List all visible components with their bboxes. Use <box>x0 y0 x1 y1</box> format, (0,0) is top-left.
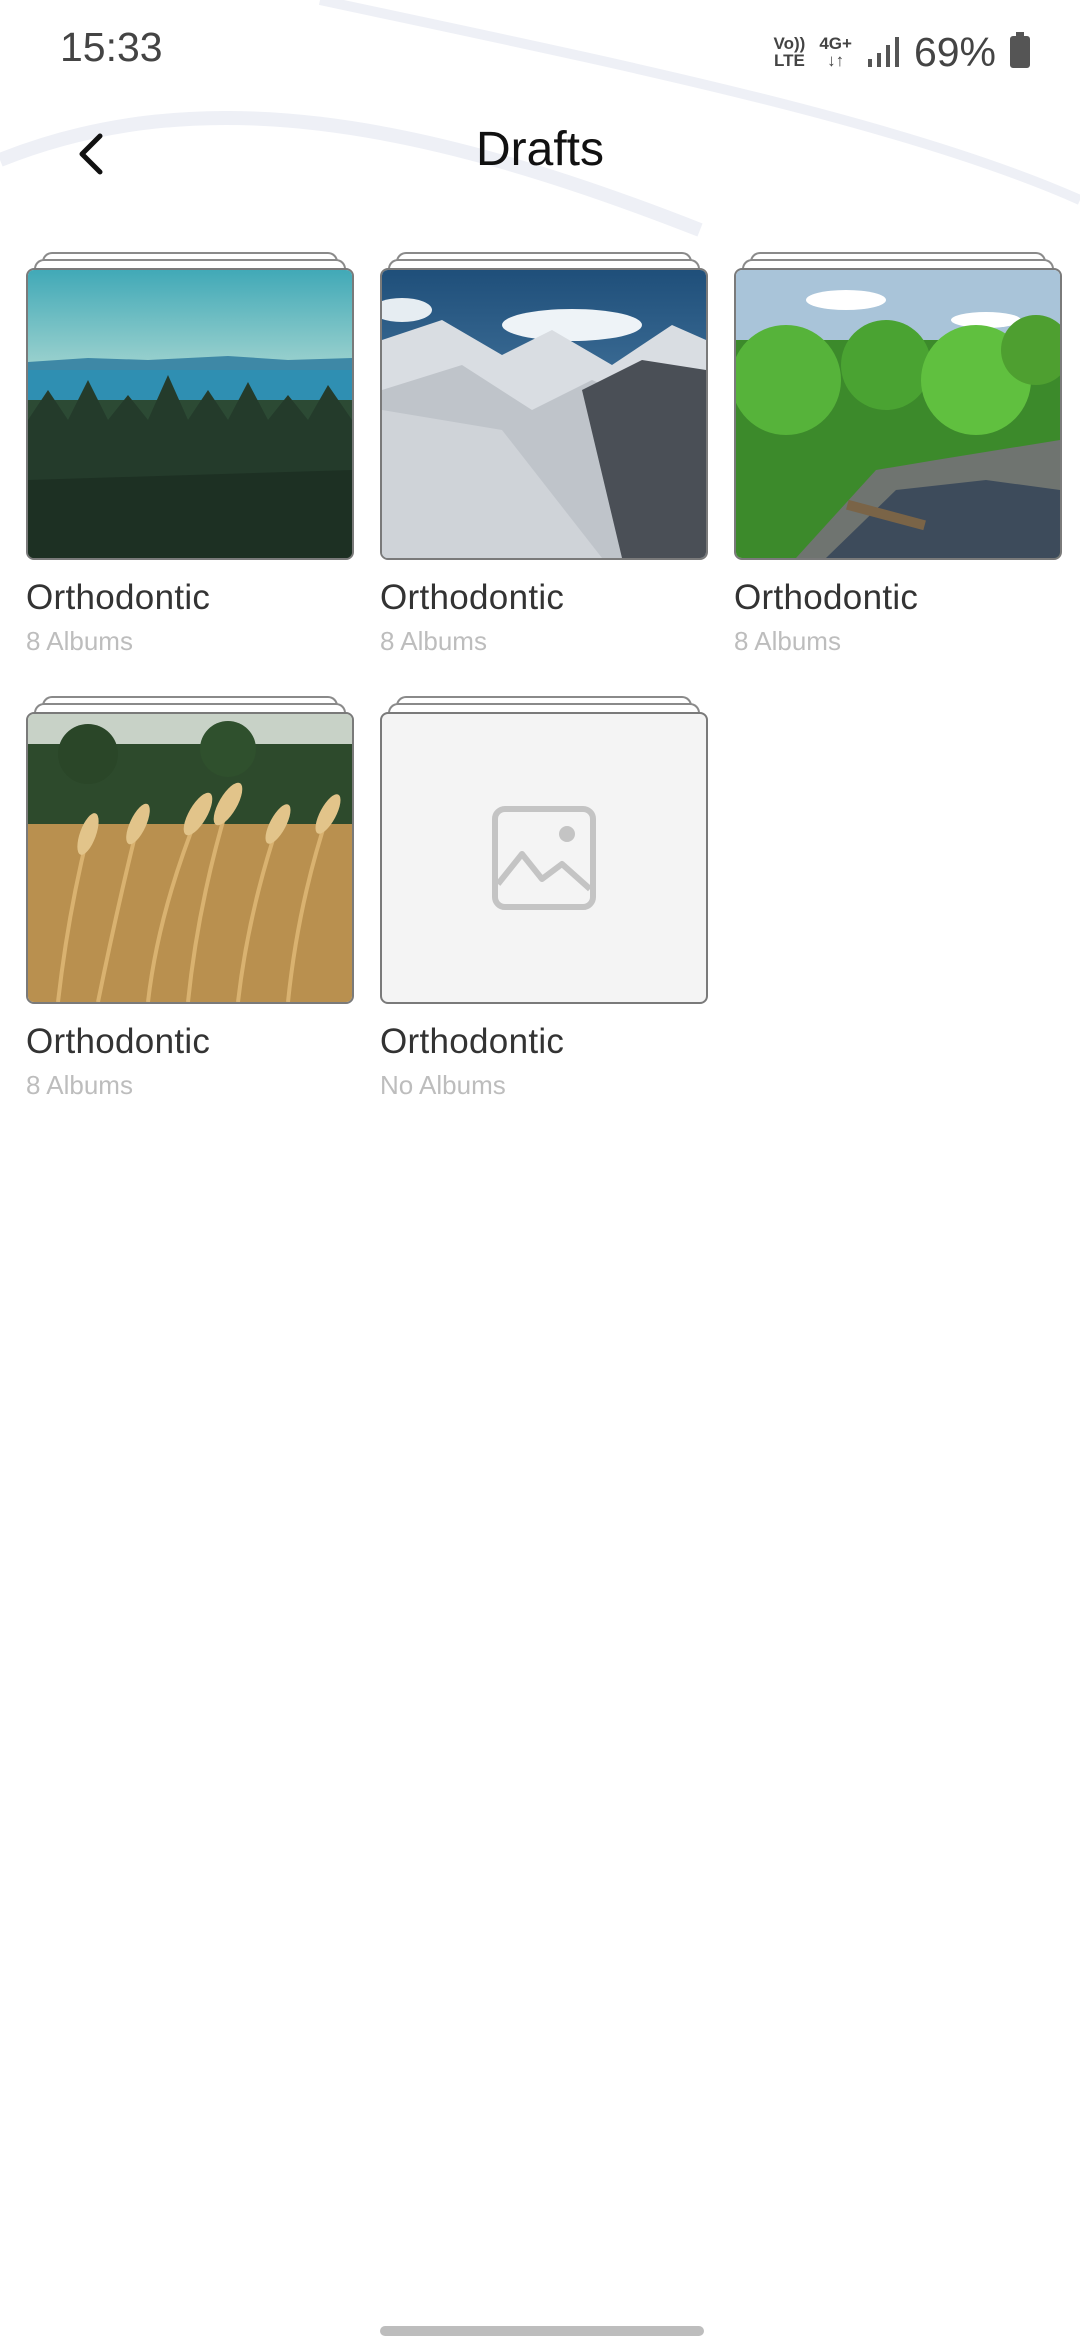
album-name: Orthodontic <box>734 578 919 617</box>
album-cover-image <box>380 268 708 560</box>
album-card[interactable]: Orthodontic No Albums <box>380 696 708 1101</box>
signal-icon <box>867 37 899 67</box>
placeholder-image-icon <box>492 806 596 910</box>
album-name: Orthodontic <box>380 1022 565 1061</box>
album-name: Orthodontic <box>380 578 565 617</box>
album-count: 8 Albums <box>26 626 133 656</box>
status-time: 15:33 <box>60 24 163 70</box>
album-stack <box>380 252 708 560</box>
album-stack <box>26 696 354 1004</box>
album-cover-image <box>26 712 354 1004</box>
album-stack <box>734 252 1062 560</box>
album-card[interactable]: Orthodontic 8 Albums <box>26 696 354 1101</box>
top-bar: Drafts <box>0 100 1080 210</box>
album-name: Orthodontic <box>26 1022 211 1061</box>
album-card[interactable]: Orthodontic 8 Albums <box>734 252 1062 657</box>
album-card[interactable]: Orthodontic 8 Albums <box>26 252 354 657</box>
album-cover-placeholder <box>380 712 708 1004</box>
album-card[interactable]: Orthodontic 8 Albums <box>380 252 708 657</box>
album-cover-image <box>734 268 1062 560</box>
status-icons: Vo)) LTE 4G+ ↓↑ 69% <box>774 24 1030 80</box>
album-stack <box>26 252 354 560</box>
network-4g-icon: 4G+ ↓↑ <box>819 34 852 70</box>
volte-icon: Vo)) LTE <box>773 34 806 70</box>
album-count: 8 Albums <box>380 626 487 656</box>
home-indicator[interactable] <box>380 2326 704 2336</box>
album-stack <box>380 696 708 1004</box>
battery-icon <box>1010 32 1030 68</box>
album-count: No Albums <box>380 1070 506 1100</box>
album-name: Orthodontic <box>26 578 211 617</box>
page-title: Drafts <box>475 123 604 176</box>
status-bar: 15:33 Vo)) LTE 4G+ ↓↑ 69% <box>0 0 1080 100</box>
album-cover-image <box>26 268 354 560</box>
album-count: 8 Albums <box>26 1070 133 1100</box>
album-count: 8 Albums <box>734 626 841 656</box>
battery-percent: 69% <box>913 28 996 75</box>
